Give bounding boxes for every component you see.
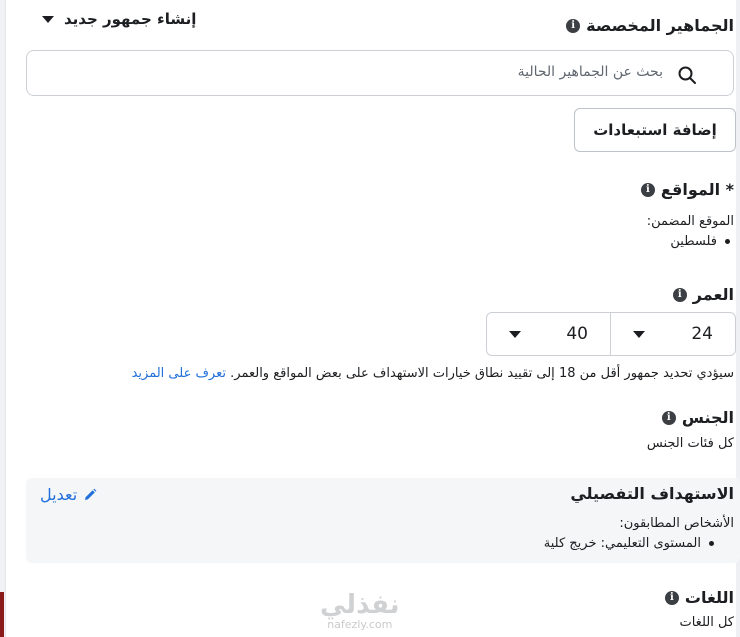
languages-value: كل اللغات xyxy=(679,615,734,630)
locations-title: * المواقع xyxy=(660,180,734,199)
detailed-targeting-header: الاستهداف التفصيلي xyxy=(570,484,734,503)
age-note-text: سيؤدي تحديد جمهور أقل من 18 إلى تقييد نط… xyxy=(230,366,734,381)
languages-title: اللغات xyxy=(684,588,734,607)
custom-audiences-header: الجماهير المخصصة i xyxy=(566,16,734,35)
bullet-dot xyxy=(725,239,730,244)
left-panel-edge xyxy=(0,0,6,637)
caret-down-icon xyxy=(42,15,54,23)
info-icon[interactable]: i xyxy=(661,410,676,425)
pencil-icon xyxy=(85,488,97,500)
age-note: سيؤدي تحديد جمهور أقل من 18 إلى تقييد نط… xyxy=(132,366,734,381)
left-accent-strip xyxy=(0,592,4,637)
age-max-select[interactable]: 40 xyxy=(486,312,611,356)
info-icon[interactable]: i xyxy=(640,182,655,197)
languages-header: اللغات i xyxy=(664,588,734,607)
custom-audiences-title: الجماهير المخصصة xyxy=(586,16,734,35)
audience-search-input[interactable]: بحث عن الجماهير الحالية xyxy=(26,50,734,96)
gender-value: كل فئات الجنس xyxy=(646,436,734,451)
caret-down-icon xyxy=(633,330,645,338)
edit-label: تعديل xyxy=(40,485,78,504)
age-max-value: 40 xyxy=(566,324,588,344)
location-item: فلسطين xyxy=(670,234,730,249)
targeting-item: المستوى التعليمي: خريج كلية xyxy=(544,536,714,551)
bullet-dot xyxy=(709,541,714,546)
search-placeholder: بحث عن الجماهير الحالية xyxy=(517,64,663,80)
included-location-label: الموقع المضمن: xyxy=(646,214,734,229)
create-audience-button[interactable]: إنشاء جمهور جديد xyxy=(42,10,196,28)
targeting-item-text: المستوى التعليمي: خريج كلية xyxy=(543,536,701,551)
search-icon xyxy=(678,66,696,84)
age-header: العمر i xyxy=(672,285,734,304)
age-title: العمر xyxy=(692,285,734,304)
info-icon[interactable]: i xyxy=(566,18,581,33)
add-exclusions-button[interactable]: إضافة استبعادات xyxy=(574,108,736,152)
age-min-value: 24 xyxy=(691,324,713,344)
edit-targeting-button[interactable]: تعديل xyxy=(40,485,97,504)
watermark-arabic: نفذلي xyxy=(320,590,400,620)
gender-title: الجنس xyxy=(681,408,734,427)
caret-down-icon xyxy=(509,330,521,338)
detailed-targeting-title: الاستهداف التفصيلي xyxy=(570,484,734,503)
info-icon[interactable]: i xyxy=(664,590,679,605)
info-icon[interactable]: i xyxy=(672,287,687,302)
location-name: فلسطين xyxy=(670,234,717,249)
gender-header: الجنس i xyxy=(661,408,734,427)
watermark: نفذلي nafezly.com xyxy=(320,590,400,631)
learn-more-link[interactable]: تعرف على المزيد xyxy=(132,366,226,381)
create-audience-label: إنشاء جمهور جديد xyxy=(64,10,197,28)
matching-people-label: الأشخاص المطابقون: xyxy=(619,516,734,531)
age-min-select[interactable]: 24 xyxy=(610,312,736,356)
locations-header: * المواقع i xyxy=(640,180,734,199)
